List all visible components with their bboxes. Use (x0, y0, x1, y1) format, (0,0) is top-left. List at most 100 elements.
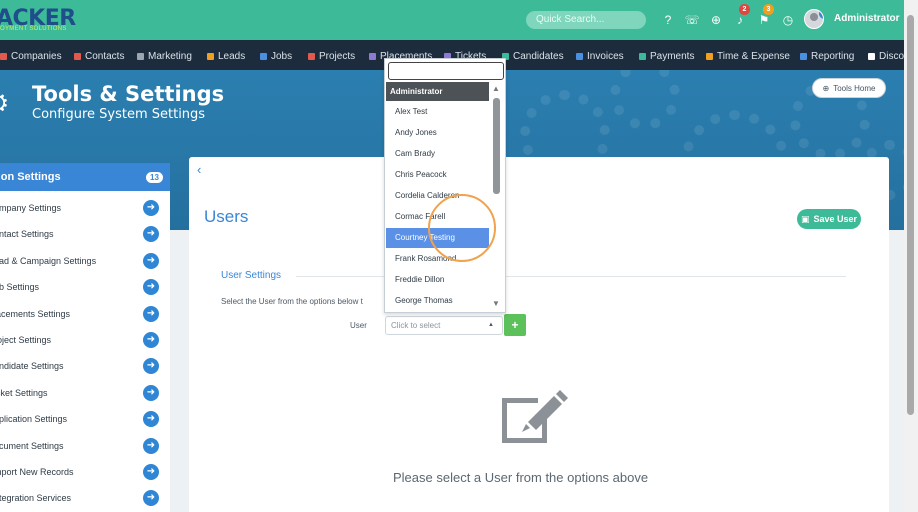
nav-label: Disco (879, 50, 905, 62)
nav-icon (639, 52, 646, 60)
page-scroll-thumb[interactable] (907, 15, 914, 415)
nav-label: Invoices (587, 50, 624, 62)
nav-icon (800, 52, 807, 60)
sidebar-item[interactable]: ocument Settings ➜ (0, 437, 168, 457)
nav-jobs[interactable]: Jobs (260, 49, 292, 63)
nav-label: Leads (218, 50, 246, 62)
flag-icon[interactable]: ⚑ 3 (756, 4, 774, 28)
user-settings-heading: User Settings (221, 270, 282, 281)
nav-invoices[interactable]: Invoices (576, 49, 624, 63)
nav-time-expense[interactable]: Time & Expense (706, 49, 790, 63)
nav-icon (308, 52, 315, 60)
sidebar-item-label: ompany Settings (0, 203, 62, 213)
sidebar-item[interactable]: roject Settings ➜ (0, 331, 168, 351)
sidebar-item-label: ead & Campaign Settings (0, 255, 97, 266)
user-select-placeholder: Click to select (391, 321, 441, 330)
save-user-button[interactable]: ▣ Save User (797, 209, 861, 229)
arrow-right-icon[interactable]: ➜ (143, 226, 159, 243)
user-field-label: User (350, 321, 367, 330)
nav-label: Companies (11, 50, 62, 62)
dropdown-option[interactable]: George Thomas (386, 291, 489, 311)
arrow-right-icon[interactable]: ➜ (143, 464, 159, 480)
scroll-down-arrow-icon[interactable]: ▼ (492, 299, 500, 308)
dropdown-option[interactable]: Andy Jones (386, 123, 489, 143)
arrow-right-icon[interactable]: ➜ (143, 384, 159, 401)
sidebar-item-label: mport New Records (0, 467, 74, 477)
sidebar-item-label: andidate Settings (0, 361, 64, 372)
main-panel (189, 157, 889, 512)
arrow-right-icon[interactable]: ➜ (143, 279, 159, 296)
nav-payments[interactable]: Payments (639, 49, 694, 63)
sidebar-item-label: lacements Settings (0, 308, 71, 319)
sidebar-item[interactable]: lacements Settings ➜ (0, 305, 168, 325)
nav-projects[interactable]: Projects (308, 49, 355, 63)
sidebar-item[interactable]: ompany Settings ➜ (0, 199, 168, 219)
dropdown-option[interactable]: Cam Brady (386, 144, 489, 164)
help-icon[interactable]: ? (660, 12, 676, 28)
arrow-right-icon[interactable]: ➜ (143, 332, 159, 348)
nav-icon (74, 52, 81, 60)
dropdown-search-input[interactable] (388, 62, 504, 80)
add-user-button[interactable]: + (504, 314, 526, 336)
edit-note-icon (502, 390, 568, 443)
sidebar-item[interactable]: mport New Records ➜ (0, 463, 168, 483)
sidebar-item[interactable]: ob Settings ➜ (0, 278, 168, 298)
divider (296, 276, 846, 277)
gear-decoration (610, 70, 680, 130)
sidebar-item-label: ntegration Services (0, 493, 72, 504)
arrow-right-icon[interactable]: ➜ (143, 411, 159, 428)
sidebar-item[interactable]: pplication Settings ➜ (0, 410, 168, 430)
sidebar-item[interactable]: icket Settings ➜ (0, 384, 168, 404)
arrow-right-icon[interactable]: ➜ (143, 358, 159, 375)
nav-reporting[interactable]: Reporting (800, 49, 854, 63)
dropdown-option[interactable]: Chris Peacock (386, 165, 489, 185)
sidebar-item-label: pplication Settings (0, 414, 68, 425)
bell-icon[interactable]: ♪ 2 (732, 4, 750, 28)
dropdown-group-header: Administrator (386, 82, 489, 101)
sidebar-item-label: ob Settings (0, 282, 40, 293)
nav-companies[interactable]: Companies (0, 49, 62, 63)
notification-badge: 3 (763, 4, 774, 15)
arrow-right-icon[interactable]: ➜ (143, 490, 159, 507)
dropdown-option[interactable]: Freddie Dillon (386, 270, 489, 290)
nav-marketing[interactable]: Marketing (137, 49, 192, 63)
scroll-up-arrow-icon[interactable]: ▲ (492, 84, 500, 93)
home-circle-icon: ⊕ (822, 83, 830, 93)
user-select[interactable]: Click to select ▲ (385, 316, 503, 335)
nav-label: Time & Expense (717, 50, 790, 62)
arrow-right-icon[interactable]: ➜ (143, 252, 159, 269)
nav-label: Contacts (85, 50, 125, 62)
sidebar-header[interactable]: tion Settings 13 (0, 163, 170, 191)
arrow-right-icon[interactable]: ➜ (143, 200, 159, 216)
chat-icon[interactable]: ☏ (684, 12, 700, 28)
nav-candidates[interactable]: Candidates (502, 49, 564, 63)
arrow-right-icon[interactable]: ➜ (143, 437, 159, 454)
user-menu-name[interactable]: Administrator (834, 13, 900, 24)
dropdown-scroll-thumb[interactable] (493, 98, 500, 194)
sidebar-item[interactable]: andidate Settings ➜ (0, 357, 168, 377)
dropdown-option[interactable]: Alex Test (386, 102, 489, 122)
nav-icon (0, 52, 7, 60)
back-chevron-icon[interactable]: ‹ (197, 162, 201, 177)
sidebar-item[interactable]: ead & Campaign Settings ➜ (0, 252, 168, 272)
sidebar-item[interactable]: ntegration Services ➜ (0, 489, 168, 509)
add-circle-icon[interactable]: ⊕ (708, 12, 724, 28)
arrow-right-icon[interactable]: ➜ (143, 305, 159, 322)
page-title: Tools & Settings (32, 82, 225, 106)
caret-down-icon: ▲ (488, 322, 494, 328)
app-logo[interactable]: ACKER OYMENT SOLUTIONS (0, 4, 80, 34)
nav-contacts[interactable]: Contacts (74, 49, 124, 63)
nav-icon (260, 52, 267, 60)
sidebar-item-label: roject Settings (0, 335, 52, 345)
history-icon[interactable]: ◷ (780, 12, 796, 28)
tools-home-button[interactable]: ⊕ Tools Home (812, 78, 886, 98)
nav-disco[interactable]: Disco (868, 49, 904, 63)
section-title: Users (204, 207, 249, 226)
nav-icon (576, 52, 583, 60)
nav-leads[interactable]: Leads (207, 49, 245, 63)
notification-badge: 2 (739, 4, 750, 15)
quick-search-input[interactable]: Quick Search... (526, 11, 646, 29)
user-avatar[interactable]: 2 (804, 9, 824, 29)
click-highlight (428, 194, 496, 262)
sidebar-item[interactable]: ontact Settings ➜ (0, 225, 168, 245)
